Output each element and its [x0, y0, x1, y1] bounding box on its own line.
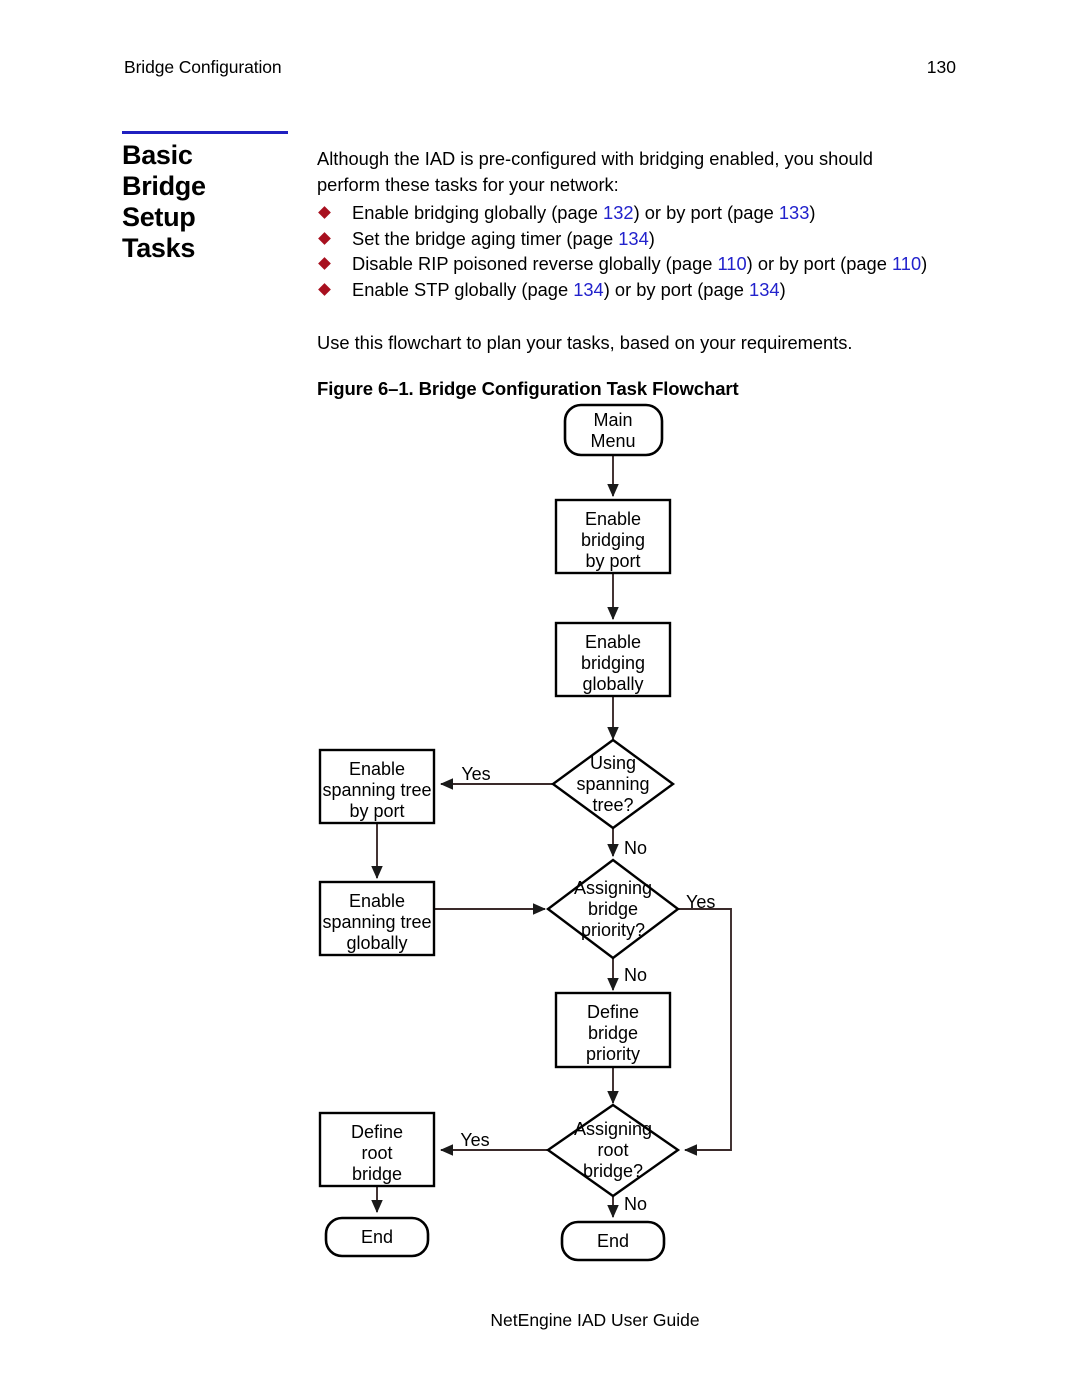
- flow-node-enable-spanning-tree-by-port-line-2: spanning tree: [322, 780, 431, 800]
- section-title-rule: [122, 131, 288, 134]
- flow-node-assigning-bridge-priority-line-2: bridge: [588, 899, 638, 919]
- flow-node-enable-spanning-tree-by-port-line-1: Enable: [349, 759, 405, 779]
- page-reference-link[interactable]: 133: [779, 202, 810, 223]
- task-bullet-item: Set the bridge aging timer (page 134): [317, 226, 932, 252]
- edge-label-assigning-priority-yes: Yes: [686, 892, 715, 912]
- intro-paragraph-block: Although the IAD is pre-configured with …: [317, 146, 927, 197]
- bullet-text-run: ) or by port (page: [603, 278, 750, 300]
- flow-node-enable-spanning-tree-globally-line-1: Enable: [349, 891, 405, 911]
- header-chapter-title: Bridge Configuration: [124, 57, 282, 77]
- flow-node-define-root-bridge-line-2: root: [361, 1143, 392, 1163]
- bridge-configuration-task-flowchart: Main Menu Enable bridging by port Enable…: [0, 395, 1080, 1275]
- bullet-text-run: ): [648, 227, 655, 249]
- page-title-line-1: Basic: [122, 140, 193, 170]
- flow-node-enable-bridging-by-port-line-1: Enable: [585, 509, 641, 529]
- flow-node-main-menu-line-2: Menu: [590, 431, 635, 451]
- bullet-text-run: ): [809, 202, 816, 223]
- edge-label-using-stp-yes: Yes: [461, 764, 490, 784]
- document-page: Bridge Configuration 130 Basic Bridge Se…: [0, 0, 1080, 1397]
- flow-node-assigning-bridge-priority-line-3: priority?: [581, 920, 645, 940]
- flow-node-define-root-bridge-line-1: Define: [351, 1122, 403, 1142]
- intro-paragraph: Although the IAD is pre-configured with …: [317, 148, 873, 195]
- flow-node-define-bridge-priority-line-2: bridge: [588, 1023, 638, 1043]
- diamond-bullet-icon: [318, 231, 331, 245]
- task-bullet-item: Enable bridging globally (page 132) or b…: [317, 200, 932, 226]
- flow-node-define-bridge-priority-line-3: priority: [586, 1044, 640, 1064]
- flow-node-define-bridge-priority-line-1: Define: [587, 1002, 639, 1022]
- bullet-text-run: ) or by port (page: [746, 253, 892, 275]
- diamond-bullet-icon: [318, 257, 331, 271]
- page-title: Basic Bridge Setup Tasks: [122, 140, 302, 264]
- header-page-number: 130: [926, 57, 956, 77]
- flow-node-end-center-label: End: [597, 1231, 629, 1251]
- flow-node-enable-bridging-by-port-line-2: bridging: [581, 530, 645, 550]
- flow-node-main-menu-line-1: Main: [593, 410, 632, 430]
- bullet-text-run: Set the bridge aging timer (page: [352, 227, 619, 249]
- flow-node-assigning-root-bridge-line-2: root: [597, 1140, 628, 1160]
- page-reference-link[interactable]: 134: [618, 228, 649, 249]
- page-reference-link[interactable]: 110: [892, 253, 921, 274]
- page-title-line-4: Tasks: [122, 233, 196, 263]
- flowchart-intro-paragraph: Use this flowchart to plan your tasks, b…: [317, 332, 853, 353]
- bullet-text-run: Disable RIP poisoned reverse globally (p…: [352, 253, 718, 275]
- flow-node-enable-bridging-by-port-line-3: by port: [585, 551, 640, 571]
- task-bullet-list: Enable bridging globally (page 132) or b…: [317, 200, 932, 302]
- flow-node-define-root-bridge-line-3: bridge: [352, 1164, 402, 1184]
- edge-label-assigning-priority-no: No: [624, 965, 647, 985]
- flow-node-using-spanning-tree-line-3: tree?: [592, 795, 633, 815]
- flow-node-assigning-root-bridge-line-3: bridge?: [583, 1161, 643, 1181]
- flow-node-using-spanning-tree-line-2: spanning: [576, 774, 649, 794]
- bullet-text-run: ): [921, 253, 928, 275]
- bullet-text-run: Enable bridging globally (page: [352, 202, 604, 223]
- diamond-bullet-icon: [318, 206, 331, 219]
- flow-node-using-spanning-tree-line-1: Using: [590, 753, 636, 773]
- footer-guide-title: NetEngine IAD User Guide: [490, 1310, 700, 1330]
- flow-node-enable-bridging-globally-line-1: Enable: [585, 632, 641, 652]
- task-bullet-item: Disable RIP poisoned reverse globally (p…: [317, 251, 932, 277]
- page-reference-link[interactable]: 132: [603, 202, 634, 223]
- flow-node-enable-spanning-tree-globally-line-3: globally: [346, 933, 407, 953]
- edge-label-assigning-root-yes: Yes: [460, 1130, 489, 1150]
- flow-node-assigning-root-bridge-line-1: Assigning: [574, 1119, 652, 1139]
- edge-assigning-priority-yes: [678, 908, 732, 1156]
- page-title-line-2: Bridge: [122, 171, 206, 201]
- page-reference-link[interactable]: 134: [749, 279, 780, 300]
- page-title-line-3: Setup: [122, 202, 196, 232]
- flow-node-enable-spanning-tree-by-port-line-3: by port: [349, 801, 404, 821]
- bullet-text-run: Enable STP globally (page: [352, 278, 574, 300]
- page-reference-link[interactable]: 134: [573, 279, 604, 300]
- flow-node-enable-bridging-globally-line-3: globally: [582, 674, 643, 694]
- bullet-text-run: ): [779, 278, 786, 300]
- running-footer: NetEngine IAD User Guide: [0, 1310, 1080, 1331]
- flow-node-end-left-label: End: [361, 1227, 393, 1247]
- flow-node-enable-spanning-tree-globally-line-2: spanning tree: [322, 912, 431, 932]
- bullet-text-run: ) or by port (page: [633, 202, 779, 223]
- flow-node-enable-bridging-globally-line-2: bridging: [581, 653, 645, 673]
- task-bullet-item: Enable STP globally (page 134) or by por…: [317, 277, 932, 303]
- page-reference-link[interactable]: 110: [718, 253, 747, 274]
- diamond-bullet-icon: [318, 282, 331, 296]
- flow-node-assigning-bridge-priority-line-1: Assigning: [574, 878, 652, 898]
- running-header: Bridge Configuration 130: [124, 57, 956, 81]
- edge-label-assigning-root-no: No: [624, 1194, 647, 1214]
- edge-label-using-stp-no: No: [624, 838, 647, 858]
